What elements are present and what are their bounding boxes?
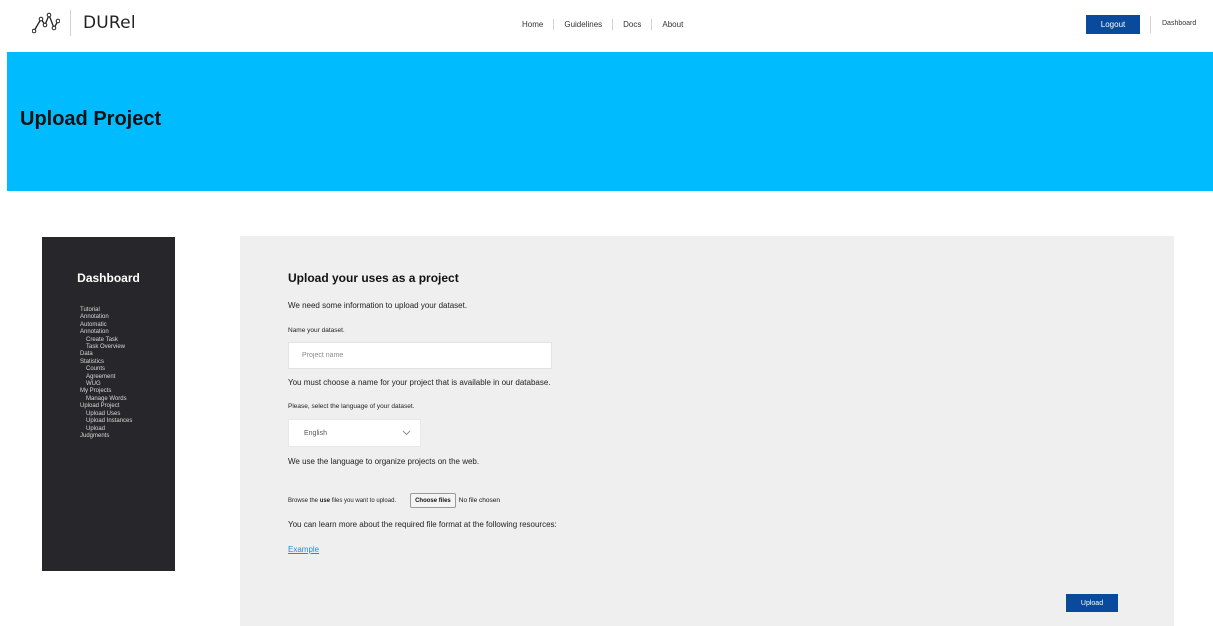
top-navbar: DURel Home Guidelines Docs About Logout … <box>0 0 1213 50</box>
app-name: DURel <box>83 13 136 33</box>
sidebar-item-automatic-annotation-cont[interactable]: Annotation <box>80 329 132 336</box>
sidebar-menu: Tutorial Annotation Automatic Annotation… <box>80 307 132 440</box>
sidebar-item-task-overview[interactable]: Task Overview <box>80 344 132 351</box>
sidebar-item-agreement[interactable]: Agreement <box>80 374 132 381</box>
page-title: Upload Project <box>20 108 162 130</box>
nav-docs[interactable]: Docs <box>613 20 651 29</box>
sidebar-item-my-projects[interactable]: My Projects <box>80 388 132 395</box>
sidebar-item-upload-uses[interactable]: Upload Uses <box>80 411 132 418</box>
dashboard-sidebar: Dashboard Tutorial Annotation Automatic … <box>42 237 175 571</box>
sidebar-item-statistics[interactable]: Statistics <box>80 359 132 366</box>
nav-separator <box>1150 16 1151 33</box>
name-hint: You must choose a name for your project … <box>288 378 551 387</box>
graph-logo-icon <box>32 12 60 34</box>
logout-button[interactable]: Logout <box>1086 15 1140 34</box>
logo-divider <box>70 10 71 36</box>
form-title: Upload your uses as a project <box>288 271 459 285</box>
file-label: Browse the use files you want to upload. <box>288 497 397 504</box>
sidebar-item-manage-words[interactable]: Manage Words <box>80 396 132 403</box>
nav-about[interactable]: About <box>652 20 693 29</box>
file-upload-row: Browse the use files you want to upload.… <box>288 493 500 508</box>
sidebar-item-counts[interactable]: Counts <box>80 366 132 373</box>
nav-guidelines[interactable]: Guidelines <box>554 20 612 29</box>
main-nav: Home Guidelines Docs About <box>512 19 693 30</box>
sidebar-title: Dashboard <box>77 271 140 285</box>
example-link[interactable]: Example <box>288 545 319 554</box>
resources-text: You can learn more about the required fi… <box>288 520 557 529</box>
language-select[interactable]: English <box>288 419 421 447</box>
hero-banner: Upload Project <box>7 52 1213 191</box>
choose-files-button[interactable]: Choose files <box>410 493 456 508</box>
nav-home[interactable]: Home <box>512 20 553 29</box>
sidebar-item-annotation[interactable]: Annotation <box>80 314 132 321</box>
dashboard-link[interactable]: Dashboard <box>1162 20 1196 27</box>
language-label: Please, select the language of your data… <box>288 403 415 410</box>
sidebar-item-wug[interactable]: WUG <box>80 381 132 388</box>
upload-button[interactable]: Upload <box>1066 594 1118 612</box>
sidebar-item-upload-project[interactable]: Upload Project <box>80 403 132 410</box>
sidebar-item-data[interactable]: Data <box>80 351 132 358</box>
sidebar-item-upload-judgments-cont[interactable]: Judgments <box>80 433 132 440</box>
no-file-chosen-text: No file chosen <box>458 497 500 504</box>
language-hint: We use the language to organize projects… <box>288 457 480 466</box>
name-label: Name your dataset. <box>288 327 345 334</box>
chevron-down-icon <box>402 430 411 436</box>
upload-form-panel: Upload your uses as a project We need so… <box>240 236 1174 626</box>
sidebar-item-upload-judgments[interactable]: Upload <box>80 426 132 433</box>
project-name-input[interactable] <box>288 342 552 369</box>
language-select-value: English <box>304 429 327 437</box>
form-intro: We need some information to upload your … <box>288 301 468 310</box>
sidebar-item-upload-instances[interactable]: Upload Instances <box>80 418 132 425</box>
sidebar-item-automatic-annotation[interactable]: Automatic <box>80 322 132 329</box>
sidebar-item-tutorial[interactable]: Tutorial <box>80 307 132 314</box>
sidebar-item-create-task[interactable]: Create Task <box>80 337 132 344</box>
logo[interactable]: DURel <box>32 10 136 36</box>
